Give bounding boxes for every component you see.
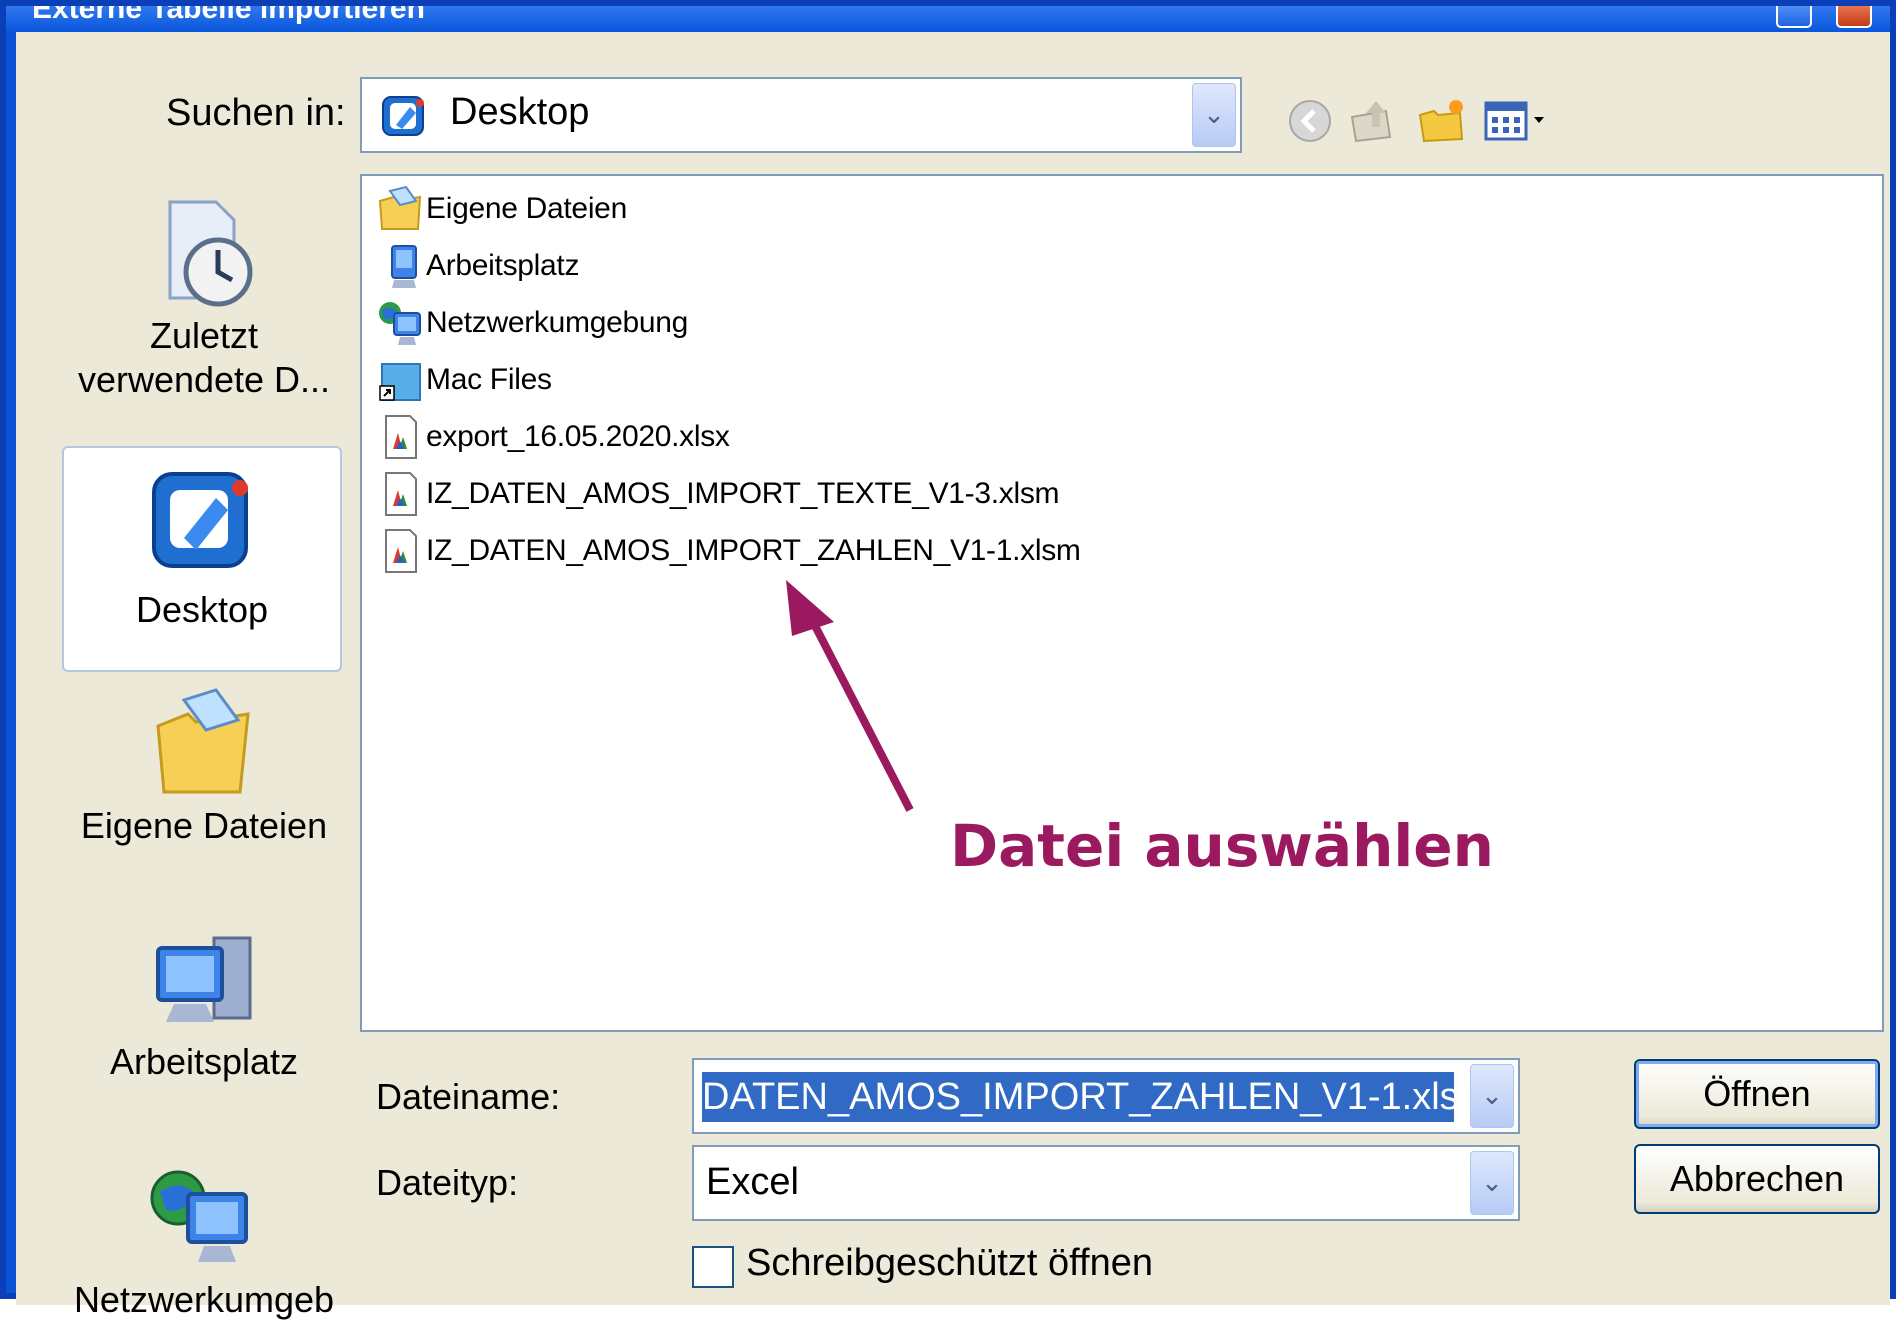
cancel-button[interactable]: Abbrechen	[1634, 1144, 1880, 1214]
my-computer-icon	[156, 936, 252, 1022]
new-folder-icon[interactable]	[1416, 97, 1468, 145]
chevron-down-icon[interactable]: ⌄	[1192, 83, 1236, 147]
close-icon[interactable]	[1836, 6, 1872, 28]
recent-documents-icon	[168, 200, 253, 307]
readonly-label: Schreibgeschützt öffnen	[746, 1242, 1154, 1284]
file-name: IZ_DATEN_AMOS_IMPORT_TEXTE_V1-3.xlsm	[426, 477, 1060, 510]
place-my-computer-label: Arbeitsplatz	[109, 1041, 299, 1082]
filetype-select[interactable]: Excel ⌄	[692, 1145, 1520, 1221]
chevron-down-icon[interactable]: ⌄	[1470, 1151, 1514, 1215]
place-recent-label: Zuletzt verwendete D...	[77, 315, 331, 400]
place-recent[interactable]: Zuletzt verwendete D...	[64, 194, 344, 402]
up-folder-icon[interactable]	[1346, 97, 1398, 145]
place-desktop-label: Desktop	[135, 589, 269, 630]
list-item[interactable]: IZ_DATEN_AMOS_IMPORT_TEXTE_V1-3.xlsm	[376, 469, 1060, 519]
my-documents-icon	[378, 185, 422, 230]
place-network-label: Netzwerkumgeb	[73, 1279, 335, 1320]
readonly-checkbox[interactable]	[692, 1246, 734, 1288]
shortcut-folder-icon	[379, 363, 421, 401]
dialog-window: Externe Tabelle importieren Suchen in: D…	[0, 0, 1896, 1320]
open-button[interactable]: Öffnen	[1634, 1059, 1880, 1129]
filename-value: DATEN_AMOS_IMPORT_ZAHLEN_V1-1.xlsm	[702, 1072, 1454, 1122]
my-documents-icon	[156, 688, 250, 794]
filetype-label: Dateityp:	[376, 1162, 519, 1203]
place-desktop[interactable]: Desktop	[62, 446, 342, 672]
lookin-value: Desktop	[450, 91, 590, 133]
dialog-body: Suchen in: Desktop ⌄ Zuletzt verwendete …	[16, 32, 1890, 1320]
list-item[interactable]: export_16.05.2020.xlsx	[376, 412, 730, 462]
my-computer-icon	[391, 245, 417, 288]
annotation-label: Datei auswählen	[950, 812, 1494, 880]
list-item[interactable]: IZ_DATEN_AMOS_IMPORT_ZAHLEN_V1-1.xlsm	[376, 526, 1081, 576]
places-bar: Zuletzt verwendete D... Desktop Eigene D…	[48, 174, 348, 1320]
excel-file-icon	[385, 529, 417, 573]
lookin-combobox[interactable]: Desktop ⌄	[360, 77, 1242, 153]
place-my-documents-label: Eigene Dateien	[80, 805, 328, 846]
help-icon[interactable]	[1776, 6, 1812, 28]
filetype-value: Excel	[706, 1161, 799, 1203]
list-item[interactable]: Netzwerkumgebung	[376, 298, 688, 348]
place-my-computer[interactable]: Arbeitsplatz	[64, 920, 344, 1084]
desktop-icon	[152, 472, 248, 568]
back-icon[interactable]	[1286, 97, 1338, 145]
window-title: Externe Tabelle importieren	[32, 6, 425, 25]
file-name: IZ_DATEN_AMOS_IMPORT_ZAHLEN_V1-1.xlsm	[426, 534, 1081, 567]
file-list[interactable]: Eigene Dateien Arbeitsplatz Netzwerkumge…	[360, 174, 1884, 1032]
list-item[interactable]: Arbeitsplatz	[376, 241, 579, 291]
filename-input[interactable]: DATEN_AMOS_IMPORT_ZAHLEN_V1-1.xlsm ⌄	[692, 1058, 1520, 1134]
place-network[interactable]: Netzwerkumgeb	[64, 1158, 344, 1322]
file-name: Eigene Dateien	[426, 192, 627, 225]
file-name: Arbeitsplatz	[426, 249, 580, 282]
filename-label: Dateiname:	[376, 1076, 561, 1117]
excel-file-icon	[385, 415, 417, 459]
view-menu-icon[interactable]	[1482, 97, 1552, 145]
chevron-down-icon[interactable]: ⌄	[1470, 1064, 1514, 1128]
excel-file-icon	[385, 472, 417, 516]
title-bar[interactable]: Externe Tabelle importieren	[6, 6, 1890, 32]
lookin-label: Suchen in:	[166, 92, 346, 134]
network-icon	[150, 1170, 248, 1262]
place-my-documents[interactable]: Eigene Dateien	[64, 684, 344, 848]
file-name: export_16.05.2020.xlsx	[426, 420, 730, 453]
file-name: Netzwerkumgebung	[426, 306, 689, 339]
list-item[interactable]: Mac Files	[376, 355, 552, 405]
list-item[interactable]: Eigene Dateien	[376, 184, 627, 234]
desktop-icon	[382, 96, 424, 136]
file-name: Mac Files	[426, 363, 552, 396]
network-icon	[379, 302, 421, 345]
